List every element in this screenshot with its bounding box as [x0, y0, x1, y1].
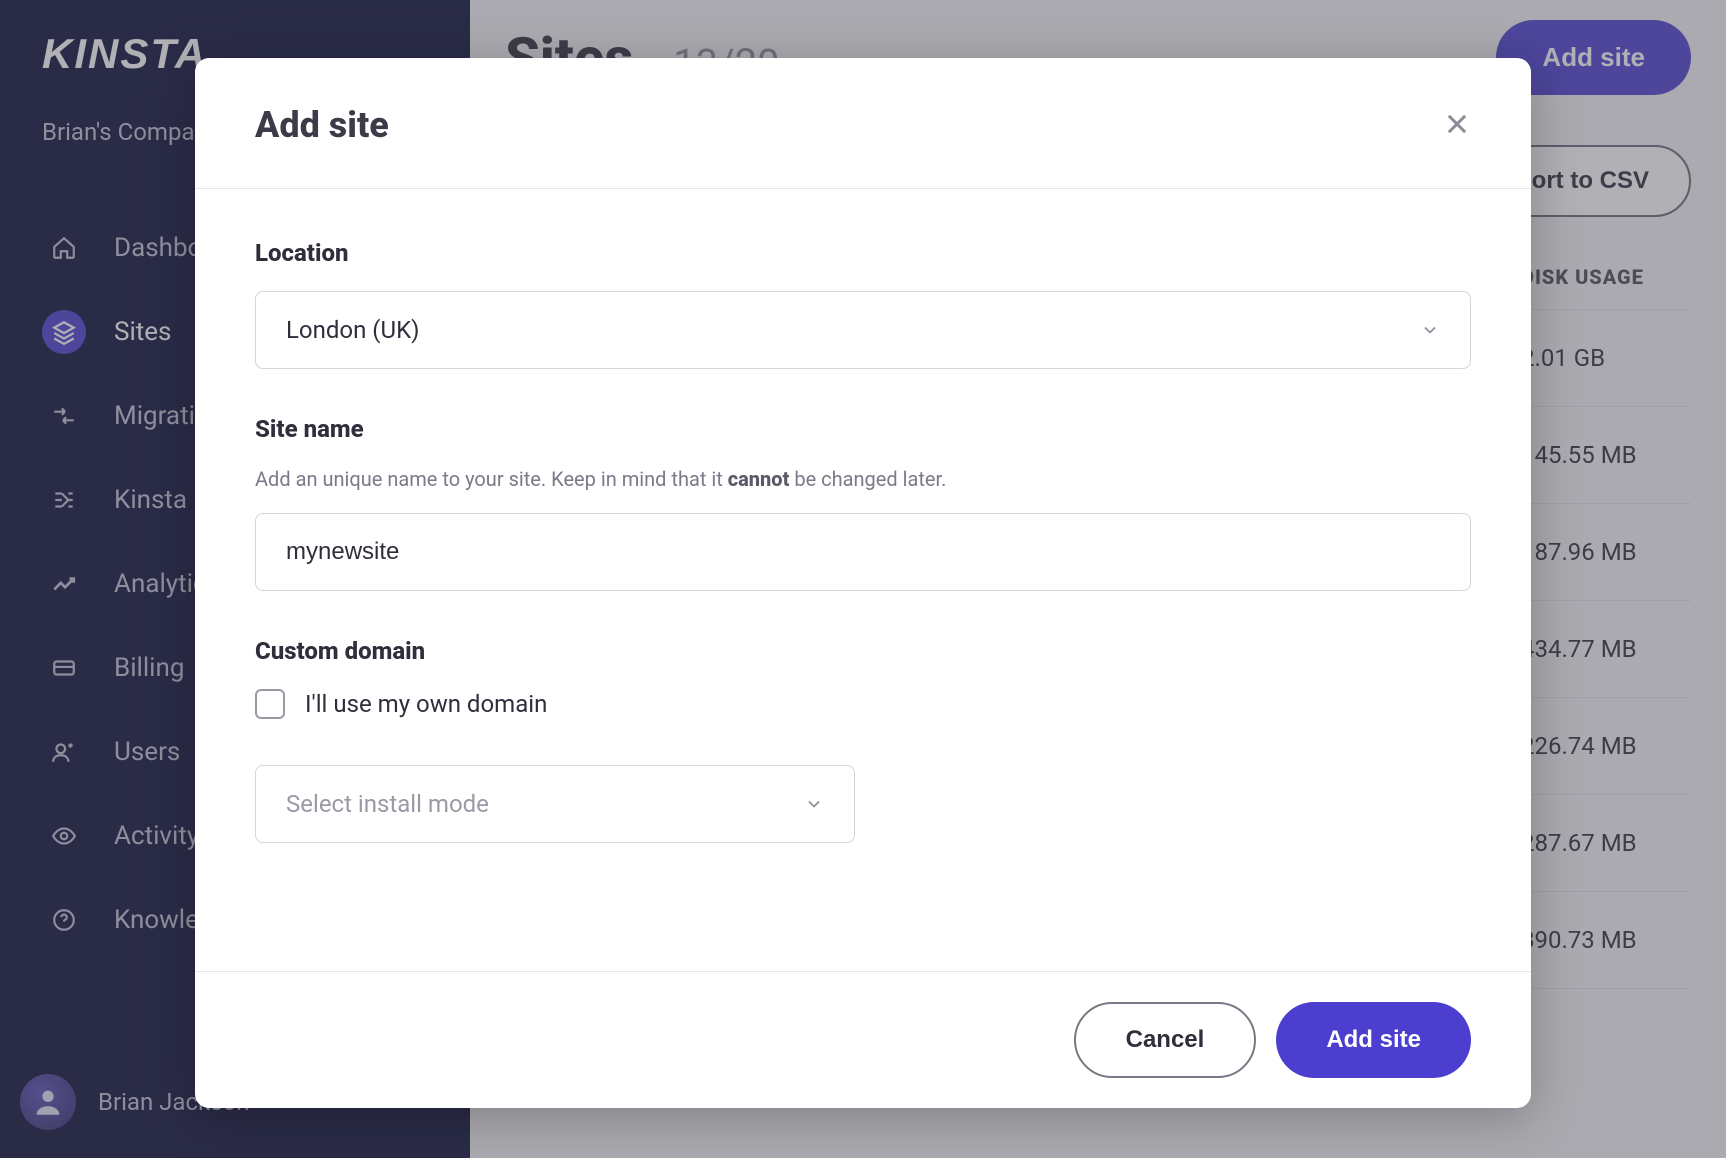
close-icon — [1443, 110, 1471, 138]
sitename-hint: Add an unique name to your site. Keep in… — [255, 467, 1471, 491]
sitename-group: Site name Add an unique name to your sit… — [255, 415, 1471, 591]
location-value: London (UK) — [286, 316, 420, 344]
chevron-down-icon — [804, 794, 824, 814]
cancel-button[interactable]: Cancel — [1074, 1002, 1257, 1078]
modal-title: Add site — [255, 104, 389, 146]
install-mode-group: Select install mode — [255, 765, 1471, 843]
location-group: Location London (UK) — [255, 239, 1471, 369]
install-mode-select[interactable]: Select install mode — [255, 765, 855, 843]
modal-footer: Cancel Add site — [195, 971, 1531, 1108]
modal-header: Add site — [195, 58, 1531, 189]
own-domain-row[interactable]: I'll use my own domain — [255, 689, 1471, 719]
own-domain-label: I'll use my own domain — [305, 690, 547, 718]
custom-domain-label: Custom domain — [255, 637, 1471, 665]
location-label: Location — [255, 239, 1471, 267]
sitename-input-wrap[interactable] — [255, 513, 1471, 591]
add-site-modal: Add site Location London (UK) Site name … — [195, 58, 1531, 1108]
custom-domain-group: Custom domain I'll use my own domain — [255, 637, 1471, 719]
modal-body: Location London (UK) Site name Add an un… — [195, 189, 1531, 971]
sitename-input[interactable] — [286, 538, 1440, 566]
sitename-label: Site name — [255, 415, 1471, 443]
install-mode-placeholder: Select install mode — [286, 790, 489, 818]
submit-add-site-button[interactable]: Add site — [1276, 1002, 1471, 1078]
location-select[interactable]: London (UK) — [255, 291, 1471, 369]
own-domain-checkbox[interactable] — [255, 689, 285, 719]
chevron-down-icon — [1420, 320, 1440, 340]
close-button[interactable] — [1443, 110, 1471, 141]
